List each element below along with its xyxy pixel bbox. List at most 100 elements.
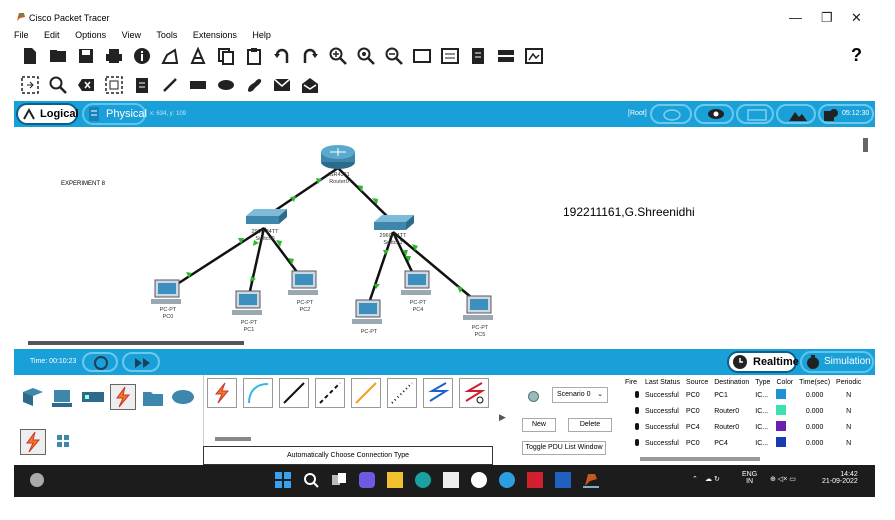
pdu-source: PC4 [686, 423, 700, 431]
table-row[interactable]: Successful PC0 Router0 IC... 0.000 N [622, 403, 864, 419]
fire-dot-icon[interactable] [622, 435, 642, 451]
network-devices-icon[interactable] [20, 384, 46, 410]
new-scenario-button[interactable]: New [522, 418, 556, 432]
mcafee-icon[interactable] [527, 472, 543, 488]
taskbar-clock[interactable]: 14:42 21-09-2022 [822, 471, 858, 485]
topology-canvas [151, 145, 493, 324]
console-cable-icon[interactable] [243, 378, 273, 408]
serial-dce-cable-icon[interactable] [459, 378, 489, 408]
switch1-label: 2960-24TT Switch1 [379, 233, 407, 246]
table-row[interactable]: Successful PC0 PC4 IC... 0.000 N [622, 435, 864, 451]
pc4-label: PC-PT PC4 [409, 300, 427, 313]
pdu-time: 0.000 [805, 423, 824, 431]
fire-dot-icon[interactable] [622, 419, 642, 435]
pdu-time: 0.000 [805, 439, 824, 447]
miscellaneous-icon[interactable] [140, 384, 166, 410]
router-icon[interactable] [321, 145, 355, 169]
network-volume-battery-icons[interactable]: ⊕ ◁× ▭ [770, 475, 796, 483]
multiuser-icon[interactable] [170, 384, 196, 410]
fire-dot-icon[interactable] [622, 387, 642, 403]
pdu-type: IC... [755, 391, 769, 399]
store-icon[interactable] [443, 472, 459, 488]
edge-browser-icon[interactable] [415, 472, 431, 488]
table-row[interactable]: Successful PC4 Router0 IC... 0.000 N [622, 419, 864, 435]
clock-time: 14:42 [840, 471, 858, 478]
task-view-icon[interactable] [331, 472, 347, 488]
pdu-color-swatch [773, 387, 796, 403]
coaxial-cable-icon[interactable] [423, 378, 453, 408]
auto-connection-icon[interactable] [207, 378, 237, 408]
scenario-select[interactable]: Scenario 0 ⌄ [552, 387, 608, 403]
toggle-pdu-list-button[interactable]: Toggle PDU List Window [522, 441, 606, 455]
phone-cable-icon[interactable] [387, 378, 417, 408]
fire-dot-icon[interactable] [622, 403, 642, 419]
start-icon[interactable] [275, 472, 291, 488]
crossover-cable-icon[interactable] [315, 378, 345, 408]
chevron-down-icon: ⌄ [597, 391, 603, 398]
topology-cables [167, 166, 479, 307]
pc5-label: PC-PT PC5 [471, 325, 489, 338]
pdu-destination: Router0 [714, 407, 740, 415]
pc1-icon[interactable] [232, 290, 262, 315]
connections-subtype-icon[interactable] [20, 429, 46, 455]
fiber-cable-icon[interactable] [351, 378, 381, 408]
col-periodic: Periodic [836, 379, 862, 386]
pdu-source: PC0 [686, 407, 700, 415]
power-cycle-button[interactable] [82, 352, 118, 372]
pc4-icon[interactable] [401, 270, 431, 295]
pdu-status: Successful [645, 407, 679, 415]
simulation-mode-button[interactable]: Simulation [800, 351, 874, 373]
grid-icon[interactable] [56, 434, 70, 448]
delete-scenario-button[interactable]: Delete [568, 418, 612, 432]
packet-tracer-taskbar-icon[interactable] [583, 472, 599, 488]
pc0-icon[interactable] [151, 279, 181, 304]
pdu-status: Successful [645, 423, 679, 431]
pdu-periodic: N [846, 391, 852, 399]
switch0-label: 2960-24TT Switch0 [251, 229, 279, 242]
col-source: Source [686, 379, 709, 386]
pc0-label: PC-PT PC0 [159, 307, 177, 320]
components-icon[interactable] [80, 384, 106, 410]
realtime-mode-button[interactable]: Realtime [727, 351, 799, 373]
word-icon[interactable] [555, 472, 571, 488]
github-icon[interactable] [471, 472, 487, 488]
pc2-label: PC-PT PC2 [296, 300, 314, 313]
pc5-icon[interactable] [463, 295, 493, 320]
table-row[interactable]: Successful PC0 PC1 IC... 0.000 N [622, 387, 864, 403]
pdu-status: Successful [645, 439, 679, 447]
pdu-type: IC... [755, 407, 769, 415]
connections-scrollbar[interactable] [215, 437, 251, 441]
pdu-time: 0.000 [805, 391, 824, 399]
fast-forward-icon [135, 358, 150, 368]
simulation-label: Simulation [824, 356, 871, 367]
weather-icon[interactable] [30, 473, 44, 487]
teams-chat-icon[interactable] [359, 472, 375, 488]
fast-forward-button[interactable] [122, 352, 160, 372]
browser-app-icon[interactable] [499, 472, 515, 488]
col-type: Type [755, 379, 771, 386]
end-devices-icon[interactable] [50, 384, 76, 410]
connection-type-caption: Automatically Choose Connection Type [203, 446, 493, 465]
pdu-list-scrollbar[interactable] [640, 457, 760, 461]
connections-category-icon[interactable] [110, 384, 136, 410]
pdu-color-swatch [773, 435, 796, 451]
language-indicator[interactable]: ENG IN [742, 471, 757, 485]
tray-app-icons[interactable]: ☁ ↻ [705, 475, 720, 483]
pdu-periodic: N [846, 407, 852, 415]
panel-expand-arrow-icon[interactable]: ▶ [499, 412, 506, 423]
col-time: Time(sec) [799, 379, 831, 386]
pc2-icon[interactable] [288, 270, 318, 295]
scenario-info-icon[interactable] [528, 391, 539, 402]
region-code: IN [746, 478, 754, 485]
search-icon[interactable] [303, 472, 319, 488]
switch-icon[interactable] [246, 209, 287, 224]
col-last-status: Last Status [645, 379, 681, 386]
simulation-time: Time: 00:10:23 [30, 358, 77, 365]
file-explorer-icon[interactable] [387, 472, 403, 488]
tray-overflow-icon[interactable]: ⌃ [692, 475, 698, 483]
pc3-icon[interactable] [352, 299, 382, 324]
switch-icon[interactable] [374, 215, 414, 230]
pc1-label: PC-PT PC1 [240, 320, 258, 333]
simulation-stopwatch-icon [807, 355, 819, 369]
straight-through-cable-icon[interactable] [279, 378, 309, 408]
